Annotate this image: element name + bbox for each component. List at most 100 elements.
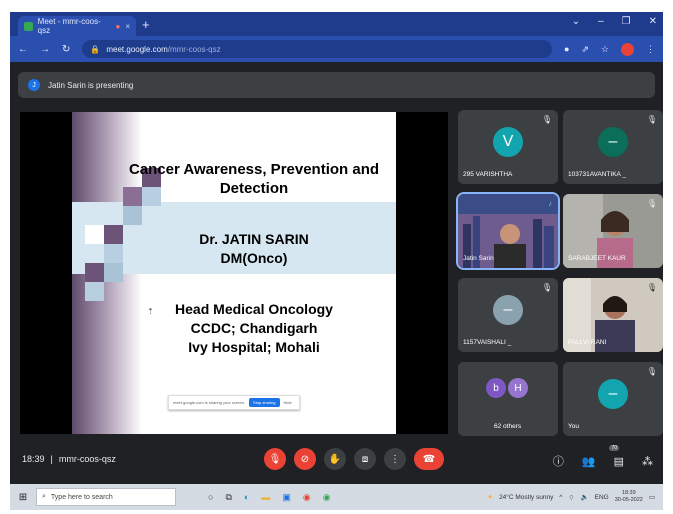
volume-icon[interactable]: 🔈 [581,493,589,501]
mic-off-icon: 🎙 [646,199,657,208]
lock-icon[interactable]: 🔒 [90,45,100,54]
windows-start-icon[interactable]: ⊞ [14,492,32,503]
chrome-icon[interactable]: ◉ [303,492,311,503]
chat-icon[interactable]: ▤ [614,455,624,468]
language-indicator[interactable]: ENG [595,494,609,501]
tab-close-icon[interactable]: × [125,22,130,31]
tab-search-icon[interactable]: ⌄ [572,16,580,27]
participant-tile[interactable]: 🎙 SARABJEET KAUR [563,194,663,268]
file-explorer-icon[interactable]: ▬ [261,492,270,503]
pinned-apps: ○ ⧉ ◐ ▬ ▣ ◉ ◉ [208,492,331,503]
store-icon[interactable]: ▣ [282,492,291,503]
avatar: H [508,378,528,398]
minimize-icon[interactable]: – [598,16,604,27]
call-controls: 🎙 ⊘ ✋ ⧈ ⋮ ☎ [264,448,444,470]
presenter-avatar: J [28,79,40,91]
info-icon[interactable]: ⓘ [553,453,564,469]
self-tile[interactable]: 🎙 – You [563,362,663,436]
participant-tile[interactable]: ♪ Jatin Sarin [456,192,560,270]
camera-toggle-button[interactable]: ⊘ [294,448,316,470]
mic-off-icon: 🎙 [541,283,552,292]
side-controls: ⓘ 👥 ▤ ⁂ [553,453,653,469]
forward-icon[interactable]: → [40,44,50,55]
taskbar-clock[interactable]: 18:39 30-05-2022 [615,490,643,504]
tray-expand-icon[interactable]: ^ [559,494,562,501]
shared-screen: Cancer Awareness, Prevention and Detecti… [20,112,448,434]
mic-off-icon: 🎙 [646,283,657,292]
avatar: – [493,295,523,325]
profile-avatar[interactable] [621,42,634,56]
activities-icon[interactable]: ⁂ [642,455,653,468]
search-icon: ⌕ [42,493,46,500]
share-notice-text: meet.google.com is sharing your screen. [173,400,246,405]
edge-icon[interactable]: ◐ [244,492,249,503]
slide-presenter: Dr. JATIN SARIN DM(Onco) [112,230,396,268]
task-view-icon[interactable]: ⧉ [225,492,231,503]
new-tab-button[interactable]: + [142,17,150,32]
participant-tile[interactable]: 🎙 V 295 VARISHTHA [458,110,558,184]
raise-hand-button[interactable]: ✋ [324,448,346,470]
clock-time: 18:39 [621,490,636,496]
chrome-profile-icon[interactable]: ◉ [323,492,331,503]
presentation-slide: Cancer Awareness, Prevention and Detecti… [72,112,396,434]
participant-tile[interactable]: 🎙 PALLVI RANI [563,278,663,352]
participant-name: 295 VARISHTHA [463,171,513,178]
meet-favicon-icon [24,21,33,31]
share-icon[interactable]: ⇗ [581,44,589,55]
address-actions: ● ⇗ ☆ ⋮ [564,42,655,56]
mic-toggle-button[interactable]: 🎙 [264,448,286,470]
participant-name: 1157VAISHALI _ [463,339,512,346]
avatar: V [493,127,523,157]
meeting-controls-bar: 18:39 | mmr-coos-qsz 🎙 ⊘ ✋ ⧈ ⋮ ☎ 70 ⓘ 👥 … [10,442,663,480]
participant-tile[interactable]: 🎙 – 103731AVANTIKA _ [563,110,663,184]
weather-text[interactable]: 24°C Mostly sunny [499,494,553,501]
tab-meet[interactable]: Meet - mmr-coos-qsz ● × [18,16,136,36]
slide-title: Cancer Awareness, Prevention and Detecti… [112,160,396,198]
hide-notice-button[interactable]: Hide [284,400,292,405]
participant-name: SARABJEET KAUR [568,255,626,262]
taskbar-search-input[interactable]: ⌕ Type here to search [36,488,176,506]
notifications-icon[interactable]: ▭ [649,493,655,501]
restore-icon[interactable]: ❐ [622,16,631,27]
separator: | [50,454,53,464]
back-icon[interactable]: ← [18,44,28,55]
windows-taskbar: ⊞ ⌕ Type here to search ○ ⧉ ◐ ▬ ▣ ◉ ◉ ☀ … [10,484,663,510]
mic-off-icon: 🎙 [541,115,552,124]
close-window-icon[interactable]: ✕ [649,16,657,27]
slide-title-line1: Cancer Awareness, Prevention and [128,161,380,178]
screen-share-notice: meet.google.com is sharing your screen. … [168,395,300,410]
address-bar: ← → ↻ 🔒 meet.google.com/mmr-coos-qsz ● ⇗… [10,36,663,62]
mic-off-icon: 🎙 [646,115,657,124]
avatar: b [486,378,506,398]
search-placeholder: Type here to search [50,493,113,501]
participant-tile[interactable]: 🎙 – 1157VAISHALI _ [458,278,558,352]
network-icon[interactable]: ⌔ [568,493,574,502]
others-tile[interactable]: b H 62 others [458,362,558,436]
participant-name: 103731AVANTIKA _ [568,171,626,178]
avatar: – [598,379,628,409]
cortana-icon[interactable]: ○ [208,492,213,503]
url-field[interactable]: 🔒 meet.google.com/mmr-coos-qsz [82,40,552,58]
more-options-button[interactable]: ⋮ [384,448,406,470]
tab-strip: Meet - mmr-coos-qsz ● × + ⌄ – ❐ ✕ [10,12,663,36]
clock-date: 30-05-2022 [614,497,643,503]
camera-indicator-icon[interactable]: ● [564,44,569,54]
stop-sharing-button[interactable]: Stop sharing [249,398,280,407]
menu-kebab-icon[interactable]: ⋮ [646,44,655,55]
speaking-icon: ♪ [548,199,552,208]
people-icon[interactable]: 👥 [582,455,596,468]
bookmark-star-icon[interactable]: ☆ [601,44,609,55]
people-count-badge: 70 [609,445,619,451]
url-text: meet.google.com/mmr-coos-qsz [106,44,221,54]
slide-positions: Head Medical Oncology CCDC; Chandigarh I… [112,300,396,357]
meeting-time: 18:39 [22,454,45,464]
presenter-degree: DM(Onco) [220,250,288,266]
leave-call-button[interactable]: ☎ [414,448,444,470]
slide-square [123,206,142,225]
participant-name: PALLVI RANI [568,339,607,346]
reload-icon[interactable]: ↻ [62,44,70,55]
present-screen-button[interactable]: ⧈ [354,448,376,470]
browser-window: Meet - mmr-coos-qsz ● × + ⌄ – ❐ ✕ ← → ↻ … [10,12,663,510]
presenting-text: Jatin Sarin is presenting [48,80,134,90]
participant-name: Jatin Sarin [463,255,494,262]
